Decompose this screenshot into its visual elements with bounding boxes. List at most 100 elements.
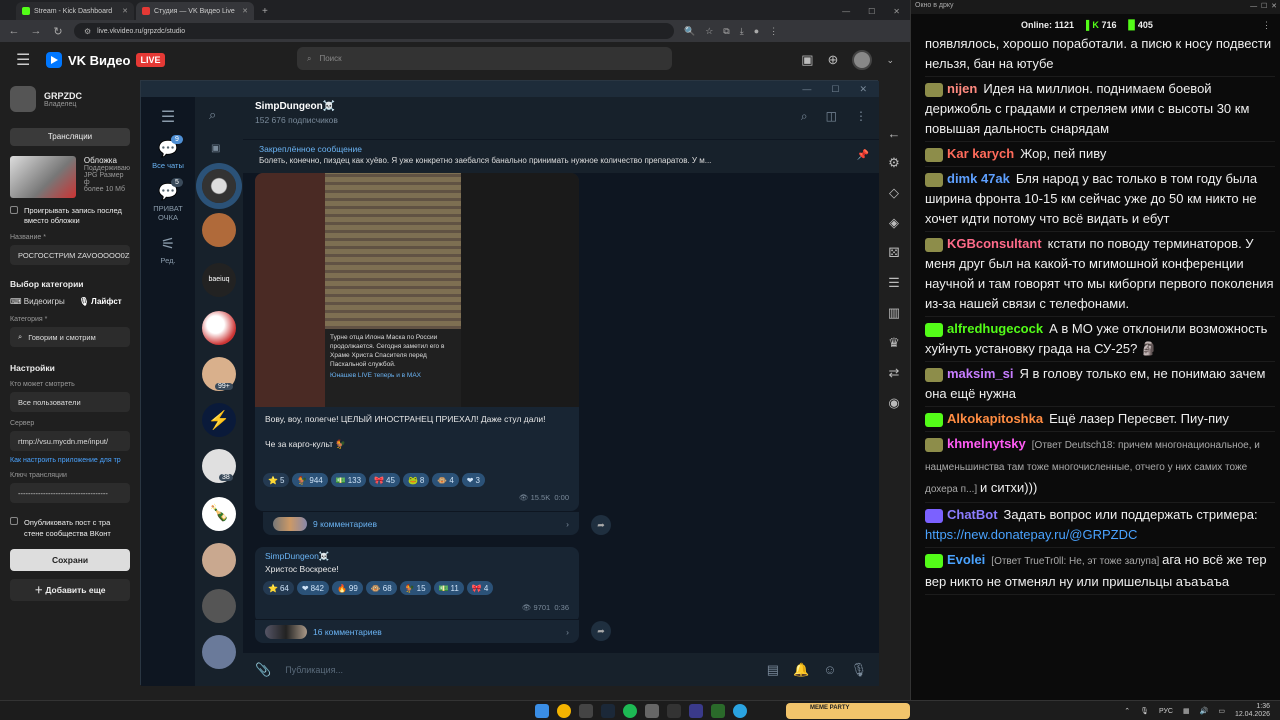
broadcasts-button[interactable]: Трансляции <box>10 128 130 146</box>
title-field[interactable]: РОСГОССТРИМ ZAVOOOOO0Z <box>10 245 130 265</box>
chat-username[interactable]: Alkokapitoshka <box>947 411 1043 426</box>
reaction-chip[interactable]: 💵 133 <box>330 473 367 487</box>
dice-icon[interactable]: ⚄ <box>888 245 899 261</box>
reaction-chip[interactable]: ❤ 3 <box>461 473 485 487</box>
chat-avatar[interactable] <box>202 589 236 623</box>
more-icon[interactable]: ⋮ <box>855 109 867 124</box>
chat-username[interactable]: alfredhugecock <box>947 321 1043 336</box>
reaction-chip[interactable]: 🐓 944 <box>292 473 328 487</box>
who-can-watch-select[interactable]: Все пользователи <box>10 392 130 412</box>
reaction-chip[interactable]: 💵 11 <box>433 581 464 595</box>
chat-avatar[interactable]: baeiuq <box>202 263 236 297</box>
reaction-chip[interactable]: 🎀 45 <box>369 473 400 487</box>
archive-icon[interactable]: ▣ <box>211 143 220 154</box>
meme-party-widget[interactable]: MEME PARTY <box>786 703 910 719</box>
close-tab-icon[interactable]: ✕ <box>242 7 248 15</box>
attach-paperclip-icon[interactable]: 📎 <box>255 662 271 678</box>
close-icon[interactable]: ✕ <box>893 7 900 16</box>
folders-menu-button[interactable]: ☰ <box>141 107 195 127</box>
chat-username[interactable]: nijen <box>947 81 977 96</box>
share-button[interactable]: ➦ <box>591 515 611 535</box>
arrow-left-icon[interactable]: ← <box>888 126 901 141</box>
category-lifestyle-tab[interactable]: 🎙 Лайфст <box>79 297 122 306</box>
app-icon[interactable] <box>689 704 703 718</box>
forward-icon[interactable]: → <box>30 25 42 37</box>
stream-key-field[interactable]: ------------------------------------ <box>10 483 130 503</box>
gem-icon[interactable]: ◈ <box>889 215 899 231</box>
chevron-down-icon[interactable]: ⌄ <box>886 55 894 66</box>
reaction-chip[interactable]: 🐵 68 <box>365 581 397 595</box>
chat-username[interactable]: KGBconsultant <box>947 236 1042 251</box>
schedule-icon[interactable]: ▤ <box>767 662 779 678</box>
sidebar-toggle-icon[interactable]: ◫ <box>826 109 837 124</box>
search-icon[interactable]: ⌕ <box>209 107 216 123</box>
reaction-chip[interactable]: 🔥 99 <box>331 581 363 595</box>
telegram-icon[interactable] <box>733 704 747 718</box>
volume-icon[interactable]: 🔊 <box>1200 707 1209 715</box>
zoom-icon[interactable]: 🔍 <box>684 26 695 37</box>
menu-icon[interactable]: ⋮ <box>769 26 778 37</box>
folder-edit[interactable]: ⚟ Ред. <box>141 234 195 265</box>
microphone-icon[interactable]: 🎙 <box>850 662 867 678</box>
close-tab-icon[interactable]: ✕ <box>122 7 128 15</box>
app-icon[interactable] <box>667 704 681 718</box>
language-indicator[interactable]: РУС <box>1159 708 1173 715</box>
pinned-message[interactable]: Закреплённое сообщение Болеть, конечно, … <box>243 139 879 173</box>
comments-link[interactable]: 9 комментариев › <box>263 511 579 535</box>
chat-link[interactable]: https://new.donatepay.ru/@GRPZDC <box>925 527 1137 542</box>
record-icon[interactable]: ◉ <box>888 395 899 411</box>
channel-header[interactable]: SimpDungeon☠️ 152 676 подписчиков ⌕ ◫ ⋮ <box>243 97 879 139</box>
back-icon[interactable]: ← <box>8 25 20 37</box>
minimize-icon[interactable]: — <box>802 84 811 94</box>
battery-icon[interactable]: ▭ <box>1218 707 1225 715</box>
reaction-chip[interactable]: 🐓 15 <box>399 581 431 595</box>
save-button[interactable]: Сохрани <box>10 549 130 571</box>
settings-gear-icon[interactable]: ⚙ <box>888 155 900 171</box>
chat-username[interactable]: Evolei <box>947 552 985 567</box>
studio-icon[interactable]: ▣ <box>801 52 813 68</box>
clock[interactable]: 1:36 12.04.2026 <box>1235 703 1270 719</box>
search-input[interactable]: ⌕ Поиск <box>297 47 672 70</box>
server-field[interactable]: rtmp://vsu.mycdn.me/input/ <box>10 431 130 451</box>
new-tab-button[interactable]: + <box>256 2 274 20</box>
channel-card[interactable]: GRPZDC Владелец <box>10 86 130 112</box>
maximize-icon[interactable]: ☐ <box>868 7 875 16</box>
chat-username[interactable]: Kar karych <box>947 146 1014 161</box>
reaction-chip[interactable]: 🐵 4 <box>432 473 459 487</box>
search-icon[interactable]: ⌕ <box>801 109 808 124</box>
site-info-icon[interactable]: ⚙ <box>84 27 91 36</box>
category-games-tab[interactable]: ⌨ Видеоигры <box>10 297 65 306</box>
chat-avatar-simpdungeon[interactable] <box>202 169 236 203</box>
network-icon[interactable]: ▦ <box>1183 707 1190 715</box>
message-input[interactable]: Публикация... <box>285 665 753 675</box>
diamond-icon[interactable]: ◇ <box>889 185 899 201</box>
bar-chart-icon[interactable]: ▥ <box>888 305 900 321</box>
add-icon[interactable]: ⊕ <box>828 52 839 68</box>
maximize-icon[interactable]: ☐ <box>831 84 839 95</box>
hamburger-menu-icon[interactable]: ☰ <box>16 50 36 70</box>
chat-avatar[interactable] <box>202 311 236 345</box>
chevron-up-icon[interactable]: ⌃ <box>1124 707 1130 715</box>
chat-avatar[interactable] <box>202 213 236 247</box>
microphone-icon[interactable]: 🎙 <box>1140 707 1149 715</box>
reaction-chip[interactable]: 🎀 4 <box>466 581 494 595</box>
share-button[interactable]: ➦ <box>591 621 611 641</box>
trophy-icon[interactable]: ♛ <box>888 335 900 351</box>
lightning-icon[interactable]: ⚡ <box>202 403 236 437</box>
chat-username[interactable]: maksim_si <box>947 366 1014 381</box>
menu-icon[interactable]: ⋮ <box>1262 20 1271 31</box>
chrome-icon[interactable] <box>557 704 571 718</box>
folder-all-chats[interactable]: 💬 9 Все чаты <box>141 135 195 170</box>
vk-logo[interactable]: VK Видео LIVE <box>46 52 165 68</box>
setup-help-link[interactable]: Как настроить приложение для тр <box>10 457 130 464</box>
minimize-icon[interactable]: — <box>842 7 850 16</box>
app-icon[interactable] <box>711 704 725 718</box>
app-icon[interactable] <box>645 704 659 718</box>
swap-icon[interactable]: ⇄ <box>889 365 900 381</box>
tab-vk-studio[interactable]: Студия — VK Видео Live ✕ <box>136 2 254 20</box>
folder-private[interactable]: 💬 5 ПРИВАТ ОЧКА <box>141 178 195 222</box>
extensions-icon[interactable]: ⧉ <box>723 26 729 37</box>
tab-kick-dashboard[interactable]: Stream - Kick Dashboard ✕ <box>16 2 134 20</box>
reaction-chip[interactable]: ⭐ 64 <box>263 581 294 595</box>
reaction-chip[interactable]: 🐸 8 <box>402 473 430 487</box>
